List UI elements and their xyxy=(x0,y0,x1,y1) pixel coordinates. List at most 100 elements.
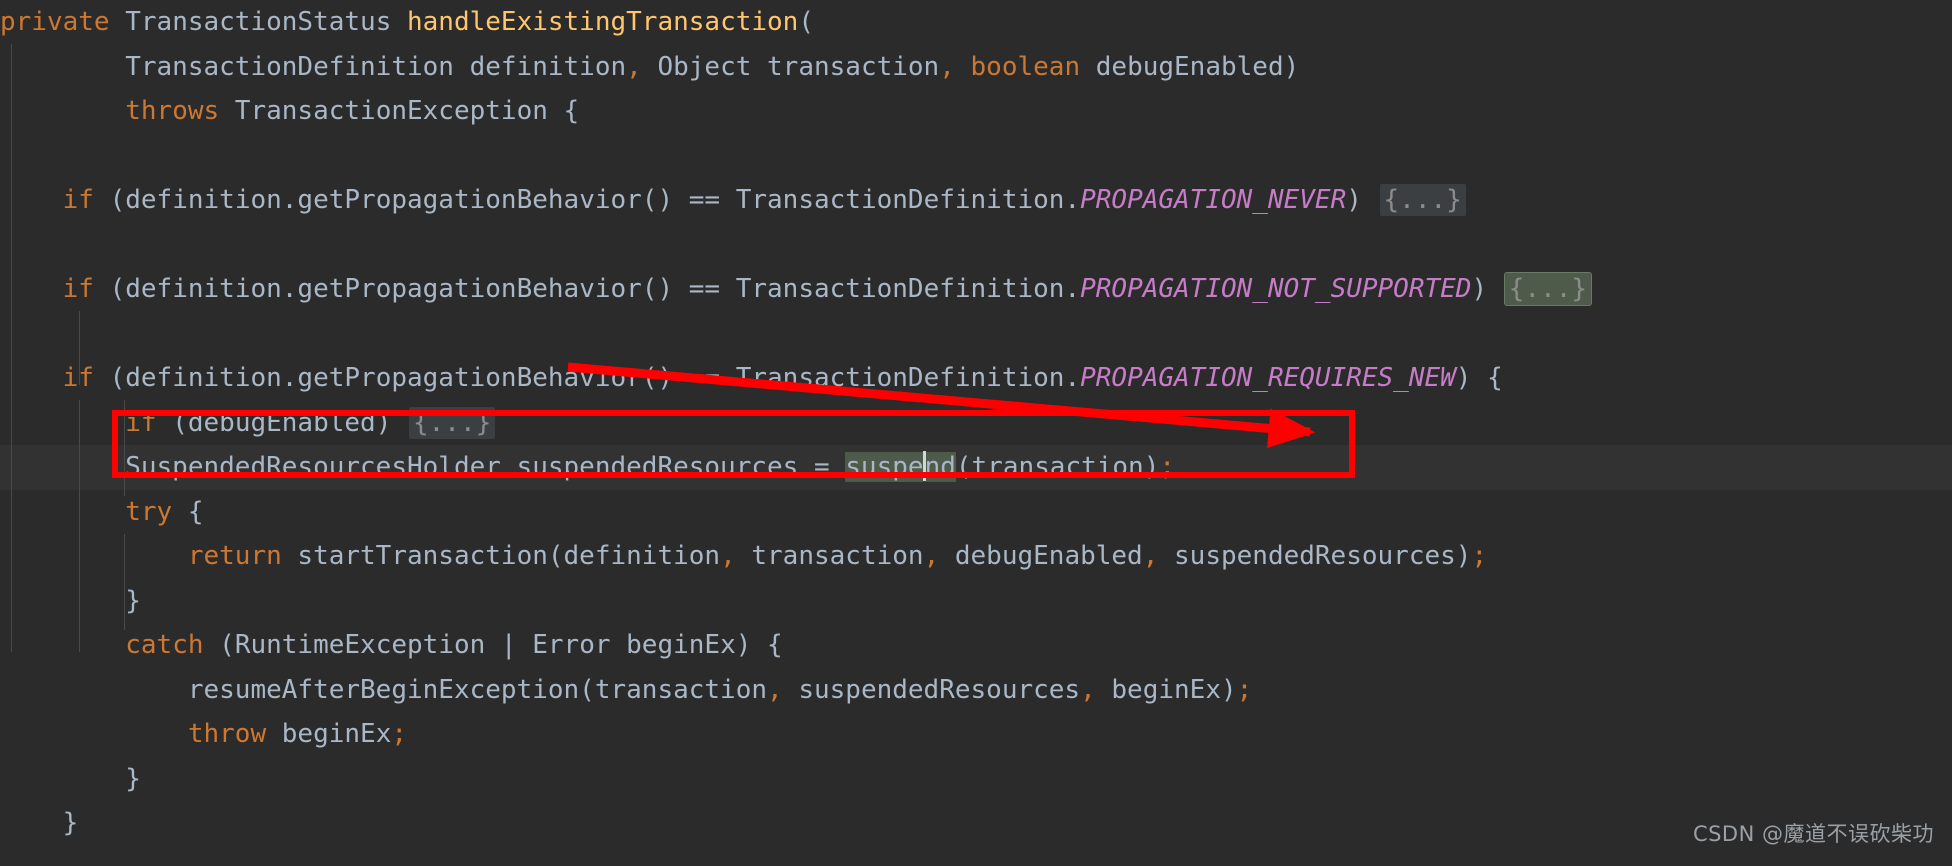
code-token: boolean xyxy=(970,51,1081,82)
code-token: SuspendedResourcesHolder suspendedResour… xyxy=(0,452,846,482)
code-token: try xyxy=(125,496,173,527)
code-token: ; xyxy=(391,719,408,749)
code-token: suspendedResources) xyxy=(1158,541,1472,571)
code-line[interactable]: resumeAfterBeginException(transaction, s… xyxy=(0,668,1952,713)
code-token: suspendedResources xyxy=(782,674,1081,705)
code-line-text: throws TransactionException { xyxy=(0,96,579,126)
code-token: (debugEnabled) xyxy=(156,407,407,438)
code-token: ; xyxy=(1159,452,1176,482)
code-token: beginEx xyxy=(266,719,392,749)
folded-code-badge-highlighted[interactable]: {...} xyxy=(1503,272,1593,306)
code-line[interactable]: SuspendedResourcesHolder suspendedResour… xyxy=(0,445,1952,490)
code-token: resumeAfterBeginException(transaction xyxy=(0,674,768,705)
code-token: beginEx) xyxy=(1095,674,1237,705)
code-line-text: catch (RuntimeException | Error beginEx)… xyxy=(0,630,783,660)
code-token: PROPAGATION_REQUIRES_NEW xyxy=(1080,363,1456,393)
code-token: handleExistingTransaction xyxy=(407,7,799,37)
code-line-text: if (definition.getPropagationBehavior() … xyxy=(0,363,1503,393)
code-line[interactable]: if (definition.getPropagationBehavior() … xyxy=(0,356,1952,401)
folded-code-badge[interactable]: {...} xyxy=(409,406,496,439)
code-line[interactable]: if (debugEnabled) {...} xyxy=(0,401,1952,446)
code-line[interactable]: private TransactionStatus handleExisting… xyxy=(0,0,1952,45)
code-line[interactable]: TransactionDefinition definition, Object… xyxy=(0,45,1952,90)
code-line[interactable]: } xyxy=(0,801,1952,846)
code-token: ) xyxy=(1471,274,1503,304)
code-token: if xyxy=(62,185,94,215)
code-line-text: } xyxy=(0,586,141,616)
code-line[interactable] xyxy=(0,312,1952,357)
code-token: ) { xyxy=(1455,363,1503,393)
code-line-text: private TransactionStatus handleExisting… xyxy=(0,7,814,37)
code-token: startTransaction(definition xyxy=(281,541,721,571)
code-token: transaction xyxy=(735,541,924,571)
code-token: if xyxy=(62,274,94,304)
code-token: , xyxy=(939,51,955,82)
code-token: TransactionException { xyxy=(219,96,580,126)
code-token: throws xyxy=(125,96,220,126)
csdn-watermark: CSDN @魔道不误砍柴功 xyxy=(1692,821,1934,846)
code-line-text: if (definition.getPropagationBehavior() … xyxy=(0,272,1593,306)
code-token: { xyxy=(172,496,204,527)
code-token: if xyxy=(125,407,157,438)
code-line[interactable]: if (definition.getPropagationBehavior() … xyxy=(0,178,1952,223)
code-token: , xyxy=(923,541,940,571)
code-token: Object transaction xyxy=(641,51,940,82)
code-token: (definition.getPropagationBehavior() == … xyxy=(93,363,1081,393)
code-token: PROPAGATION_NOT_SUPPORTED xyxy=(1080,274,1472,304)
identifier-occurrence-highlight: nd xyxy=(924,452,956,482)
code-line[interactable]: catch (RuntimeException | Error beginEx)… xyxy=(0,623,1952,668)
code-line[interactable]: } xyxy=(0,579,1952,624)
code-line-text: if (definition.getPropagationBehavior() … xyxy=(0,184,1468,216)
code-line[interactable]: throws TransactionException { xyxy=(0,89,1952,134)
code-line[interactable]: if (definition.getPropagationBehavior() … xyxy=(0,267,1952,312)
code-token: , xyxy=(767,674,783,705)
code-line-text: throw beginEx; xyxy=(0,719,407,749)
code-token: PROPAGATION_NEVER xyxy=(1080,185,1347,215)
code-line[interactable] xyxy=(0,134,1952,179)
code-token: (transaction) xyxy=(955,452,1160,482)
code-content[interactable]: private TransactionStatus handleExisting… xyxy=(0,0,1952,846)
code-line[interactable]: throw beginEx; xyxy=(0,712,1952,757)
code-token: , xyxy=(1080,674,1096,705)
code-token: ) xyxy=(1346,185,1378,215)
code-token: (RuntimeException | Error beginEx) { xyxy=(203,630,783,660)
folded-code-badge[interactable]: {...} xyxy=(1379,184,1466,216)
code-token: ; xyxy=(1236,674,1253,705)
code-token: TransactionDefinition definition xyxy=(0,51,627,82)
code-token: throw xyxy=(187,719,267,749)
code-line-text: TransactionDefinition definition, Object… xyxy=(0,52,1299,82)
code-token: ( xyxy=(798,7,814,37)
code-line-text: try { xyxy=(0,496,204,527)
code-token: debugEnabled xyxy=(939,541,1143,571)
code-line-text: return startTransaction(definition, tran… xyxy=(0,541,1487,571)
code-token: } xyxy=(0,763,141,794)
code-editor[interactable]: private TransactionStatus handleExisting… xyxy=(0,0,1952,866)
code-token: catch xyxy=(125,630,204,660)
code-line-text: } xyxy=(0,808,79,838)
code-line[interactable]: try { xyxy=(0,490,1952,535)
code-line[interactable]: } xyxy=(0,757,1952,802)
code-token: , xyxy=(1142,541,1159,571)
code-token: , xyxy=(626,51,642,82)
code-token: } xyxy=(0,808,79,838)
code-line[interactable] xyxy=(0,223,1952,268)
code-token: if xyxy=(62,363,94,393)
code-token: } xyxy=(0,585,141,616)
code-token: debugEnabled) xyxy=(1080,51,1300,82)
code-token: (definition.getPropagationBehavior() == … xyxy=(93,274,1081,304)
code-token: private xyxy=(0,7,110,37)
text-caret xyxy=(922,451,926,481)
code-token: , xyxy=(720,541,736,571)
code-line-text: if (debugEnabled) {...} xyxy=(0,406,497,439)
code-line[interactable]: return startTransaction(definition, tran… xyxy=(0,534,1952,579)
identifier-occurrence-highlight: suspe xyxy=(845,452,924,482)
